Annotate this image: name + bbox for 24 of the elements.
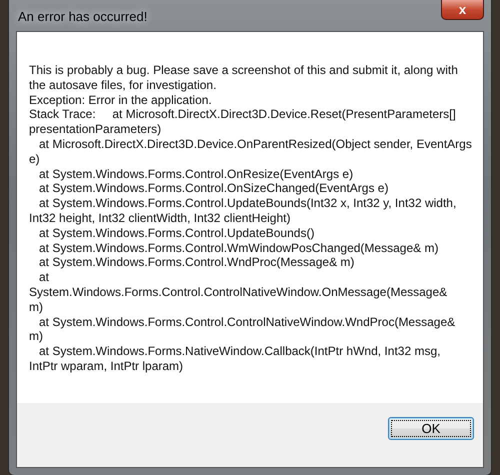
message-line: at System.Windows.Forms.NativeWindow.Callback(IntPtr hWnd, Int32 msg,: [38, 344, 440, 359]
window-title: An error has occurred!: [18, 9, 148, 24]
message-line: m): [29, 329, 43, 344]
message-line: System.Windows.Forms.Control.ControlNativeWindow.OnMessage(Message&: [29, 284, 448, 300]
message-line: at System.Windows.Forms.Control.OnResize(EventArgs e): [38, 166, 354, 182]
message-line: Int32 height, Int32 clientWidth, Int32 clientHeight): [29, 210, 290, 226]
message-line: presentationParameters): [29, 122, 162, 137]
message-line: e): [29, 152, 40, 167]
message-line: at System.Windows.Forms.Control.ControlNativeWindow.WndProc(Message&: [38, 314, 456, 330]
message-line: m): [29, 300, 43, 315]
message-line: at System.Windows.Forms.Control.UpdateBounds(Int32 x, Int32 y, Int32 width,: [38, 196, 456, 211]
message-line: IntPtr wparam, IntPtr lparam): [29, 358, 184, 374]
message-line: at System.Windows.Forms.Control.WndProc(Message& m): [38, 255, 354, 270]
message-line: at System.Windows.Forms.Control.OnSizeChanged(EventArgs e): [38, 181, 388, 196]
message-line: at System.Windows.Forms.Control.UpdateBounds(): [38, 226, 314, 241]
message-line: Exception: Error in the application.: [29, 92, 212, 108]
message-line: at Microsoft.DirectX.Direct3D.Device.OnParentResized(Object sender, EventArgs: [38, 136, 472, 152]
message-line: the autosave files, for investigation.: [29, 78, 216, 93]
ok-button[interactable]: OK: [388, 417, 474, 440]
message-line: This is probably a bug. Please save a screenshot of this and submit it, along with: [29, 63, 458, 78]
close-button[interactable]: x: [441, 0, 484, 20]
message-line: at System.Windows.Forms.Control.WmWindowPosChanged(Message& m): [38, 240, 438, 256]
message-line: at: [38, 270, 50, 285]
message-line: Stack Trace: at Microsoft.DirectX.Direct3D.Device.Reset(PresentParameters[]: [29, 107, 456, 122]
